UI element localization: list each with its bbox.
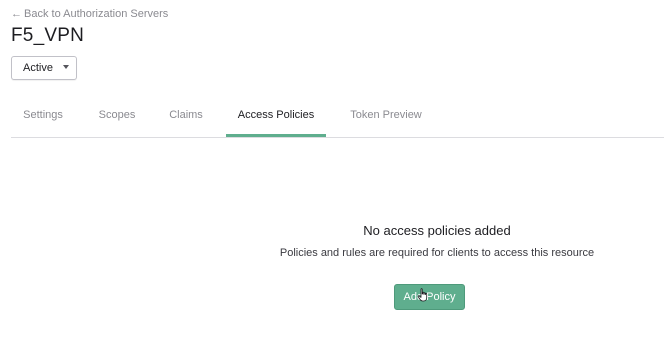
empty-state-title: No access policies added (363, 223, 511, 238)
tab-access-policies[interactable]: Access Policies (226, 100, 326, 137)
authorization-server-page: ← Back to Authorization Servers F5_VPN A… (0, 0, 664, 364)
tab-settings[interactable]: Settings (11, 100, 75, 137)
status-dropdown[interactable]: Active (11, 56, 77, 80)
page-title: F5_VPN (11, 25, 85, 46)
back-to-authorization-servers-link[interactable]: ← Back to Authorization Servers (11, 8, 168, 20)
empty-state-description: Policies and rules are required for clie… (279, 247, 595, 259)
back-link-label: Back to Authorization Servers (24, 8, 169, 20)
arrow-left-icon: ← (11, 8, 22, 20)
tab-claims[interactable]: Claims (160, 100, 212, 137)
status-dropdown-value: Active (23, 62, 53, 74)
caret-down-icon (63, 65, 69, 69)
tab-token-preview[interactable]: Token Preview (341, 100, 431, 137)
add-policy-button[interactable]: Add Policy (394, 284, 465, 310)
empty-state: No access policies added Policies and ru… (250, 222, 624, 261)
tab-scopes[interactable]: Scopes (88, 100, 146, 137)
tab-bar: Settings Scopes Claims Access Policies T… (11, 100, 664, 138)
